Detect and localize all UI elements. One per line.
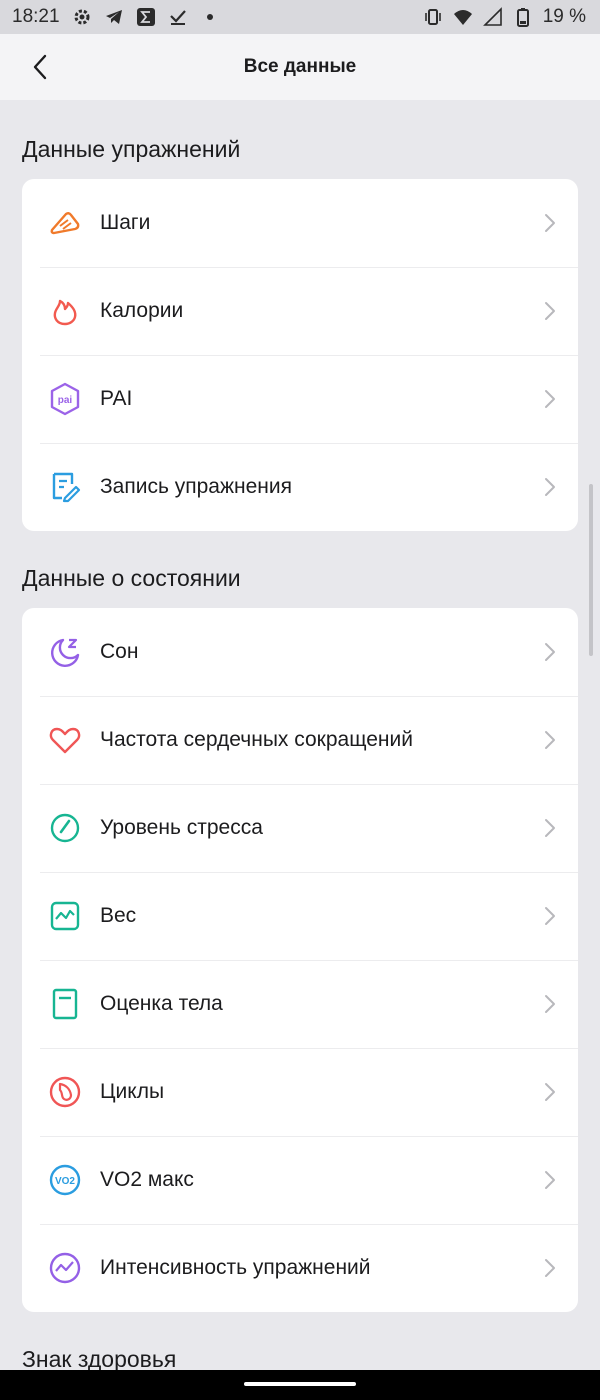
weight-chart-icon [48, 899, 82, 933]
chevron-right-icon [542, 729, 558, 751]
exercise-data-card: Шаги Калории pai PAI Запись упражнения [22, 179, 578, 531]
list-item-exercise-intensity[interactable]: Интенсивность упражнений [22, 1224, 578, 1312]
chevron-right-icon [542, 1081, 558, 1103]
check-icon [168, 7, 188, 27]
list-item-heart-rate[interactable]: Частота сердечных сокращений [22, 696, 578, 784]
chevron-right-icon [542, 817, 558, 839]
heart-icon [48, 723, 82, 757]
scrollbar[interactable] [589, 484, 593, 656]
back-button[interactable] [22, 49, 58, 85]
list-item-cycles[interactable]: Циклы [22, 1048, 578, 1136]
chevron-right-icon [542, 905, 558, 927]
status-data-card: Сон Частота сердечных сокращений Уровень… [22, 608, 578, 1312]
list-item-label: Сон [100, 640, 139, 663]
list-item-label: Циклы [100, 1080, 165, 1103]
cycle-icon [48, 1075, 82, 1109]
settings-icon [72, 7, 92, 27]
sigma-icon [136, 7, 156, 27]
list-item-label: Частота сердечных сокращений [100, 728, 413, 751]
list-item-stress[interactable]: Уровень стресса [22, 784, 578, 872]
list-item-label: VO2 макс [100, 1168, 194, 1191]
telegram-icon [104, 7, 124, 27]
gauge-icon [48, 811, 82, 845]
chevron-right-icon [542, 641, 558, 663]
chevron-right-icon [542, 1257, 558, 1279]
chevron-right-icon [542, 212, 558, 234]
list-item-label: Запись упражнения [100, 475, 292, 498]
list-item-weight[interactable]: Вес [22, 872, 578, 960]
chevron-right-icon [542, 476, 558, 498]
chevron-right-icon [542, 300, 558, 322]
list-item-vo2max[interactable]: VO2 VO2 макс [22, 1136, 578, 1224]
section-title-status: Данные о состоянии [22, 565, 241, 591]
moon-icon [48, 635, 82, 669]
list-item-label: PAI [100, 387, 133, 410]
list-item-body-assessment[interactable]: Оценка тела [22, 960, 578, 1048]
chevron-right-icon [542, 388, 558, 410]
list-item-label: Калории [100, 299, 184, 322]
battery-icon [513, 7, 533, 27]
workout-record-icon [48, 470, 82, 504]
page-title: Все данные [243, 56, 357, 77]
app-header: Все данные [0, 34, 600, 100]
main-content: Данные упражнений Шаги Калории pai PAI З… [0, 100, 600, 1389]
shoe-icon [48, 206, 82, 240]
body-report-icon [48, 987, 82, 1021]
list-item-label: Вес [100, 904, 137, 927]
pai-icon: pai [48, 382, 82, 416]
intensity-icon [48, 1251, 82, 1285]
home-gesture-handle[interactable] [244, 1382, 356, 1386]
list-item-workout-record[interactable]: Запись упражнения [22, 443, 578, 531]
list-item-calories[interactable]: Калории [22, 267, 578, 355]
vo2-icon: VO2 [48, 1163, 82, 1197]
status-bar: 18:21 19 % [0, 0, 600, 34]
svg-text:VO2: VO2 [55, 1176, 75, 1187]
status-time: 18:21 [12, 6, 60, 27]
list-item-steps[interactable]: Шаги [22, 179, 578, 267]
dot-icon [200, 7, 220, 27]
list-item-label: Интенсивность упражнений [100, 1256, 371, 1279]
flame-icon [48, 294, 82, 328]
list-item-label: Уровень стресса [100, 816, 263, 839]
list-item-sleep[interactable]: Сон [22, 608, 578, 696]
vibrate-icon [423, 7, 443, 27]
wifi-icon [453, 7, 473, 27]
signal-icon [482, 7, 503, 27]
list-item-pai[interactable]: pai PAI [22, 355, 578, 443]
chevron-right-icon [542, 993, 558, 1015]
svg-text:pai: pai [58, 395, 73, 406]
section-title-exercise: Данные упражнений [22, 136, 241, 162]
list-item-label: Оценка тела [100, 992, 223, 1015]
list-item-label: Шаги [100, 211, 151, 234]
battery-percentage: 19 % [542, 6, 586, 27]
chevron-left-icon [33, 54, 47, 80]
chevron-right-icon [542, 1169, 558, 1191]
